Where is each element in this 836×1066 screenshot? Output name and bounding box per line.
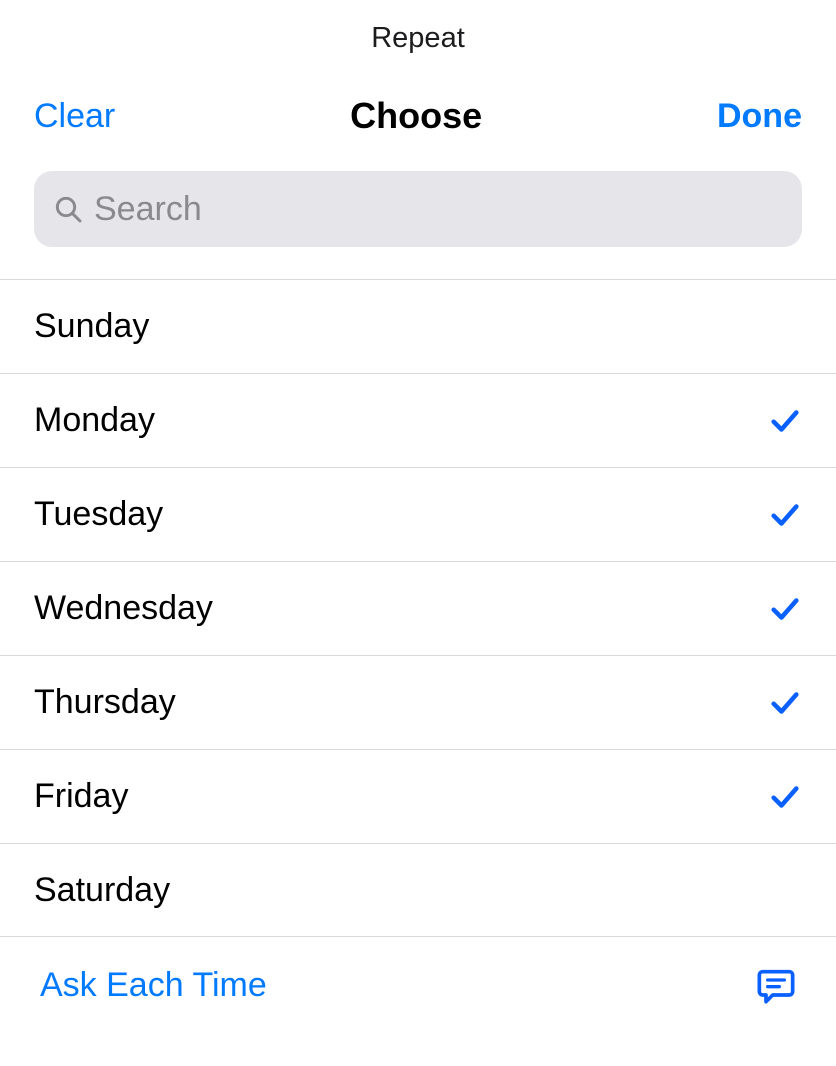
message-icon bbox=[756, 965, 796, 1005]
day-label: Monday bbox=[34, 401, 155, 440]
sheet-context-title: Repeat bbox=[0, 0, 836, 65]
day-row-saturday[interactable]: Saturday bbox=[0, 843, 836, 937]
day-label: Friday bbox=[34, 777, 128, 816]
clear-button[interactable]: Clear bbox=[34, 97, 115, 136]
day-row-wednesday[interactable]: Wednesday bbox=[0, 561, 836, 655]
day-row-sunday[interactable]: Sunday bbox=[0, 279, 836, 373]
day-label: Wednesday bbox=[34, 589, 213, 628]
ask-each-time-row[interactable]: Ask Each Time bbox=[0, 937, 836, 1005]
day-row-friday[interactable]: Friday bbox=[0, 749, 836, 843]
checkmark-icon bbox=[768, 686, 802, 720]
day-label: Thursday bbox=[34, 683, 176, 722]
search-icon bbox=[52, 193, 84, 225]
search-container bbox=[0, 157, 836, 263]
search-input[interactable] bbox=[94, 190, 784, 229]
day-label: Saturday bbox=[34, 871, 170, 910]
checkmark-icon bbox=[768, 404, 802, 438]
day-label: Sunday bbox=[34, 307, 149, 346]
choose-sheet: Repeat Clear Choose Done Sunday Monday T… bbox=[0, 0, 836, 1066]
done-button[interactable]: Done bbox=[717, 97, 802, 136]
checkmark-icon bbox=[768, 780, 802, 814]
ask-each-time-label: Ask Each Time bbox=[40, 966, 267, 1005]
nav-title: Choose bbox=[350, 95, 482, 137]
day-label: Tuesday bbox=[34, 495, 163, 534]
day-row-tuesday[interactable]: Tuesday bbox=[0, 467, 836, 561]
day-row-monday[interactable]: Monday bbox=[0, 373, 836, 467]
checkmark-icon bbox=[768, 498, 802, 532]
day-row-thursday[interactable]: Thursday bbox=[0, 655, 836, 749]
search-box[interactable] bbox=[34, 171, 802, 247]
nav-bar: Clear Choose Done bbox=[0, 65, 836, 157]
day-list: Sunday Monday Tuesday Wednesday Thursday… bbox=[0, 279, 836, 937]
checkmark-icon bbox=[768, 592, 802, 626]
